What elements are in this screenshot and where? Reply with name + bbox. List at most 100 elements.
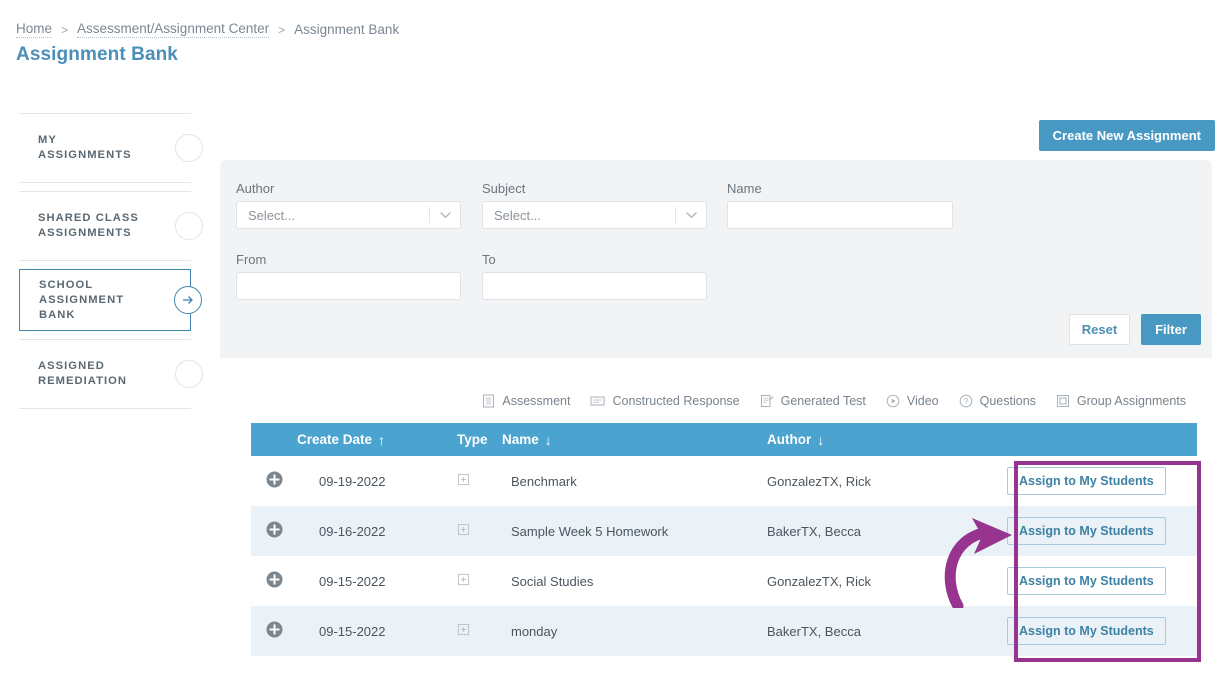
legend-label: Constructed Response bbox=[612, 393, 740, 408]
column-expand bbox=[251, 423, 297, 456]
sidebar-item-shared-class-assignments[interactable]: SHARED CLASS ASSIGNMENTS bbox=[19, 191, 203, 261]
sidebar-item-label: MY ASSIGNMENTS bbox=[38, 134, 132, 161]
type-cell bbox=[457, 556, 502, 606]
sidebar-item-label: SHARED CLASS ASSIGNMENTS bbox=[38, 212, 139, 239]
create-date-cell: 09-16-2022 bbox=[297, 506, 457, 556]
assignments-table-card: Assessment Constructed Response Generate… bbox=[238, 378, 1200, 666]
breadcrumb-item-home[interactable]: Home bbox=[16, 21, 53, 38]
sidebar-badge-circle bbox=[175, 134, 203, 162]
from-date-input[interactable] bbox=[236, 272, 461, 300]
legend-item-constructed-response: Constructed Response bbox=[590, 393, 740, 408]
table-body: 09-19-2022 Benchmark GonzalezTX, Rick As… bbox=[251, 456, 1197, 656]
author-select[interactable]: Select... bbox=[236, 201, 461, 229]
expand-cell bbox=[251, 456, 297, 506]
sidebar: MY ASSIGNMENTS SHARED CLASS ASSIGNMENTS … bbox=[19, 113, 203, 417]
name-cell: monday bbox=[502, 606, 767, 656]
chevron-down-icon[interactable] bbox=[676, 211, 706, 219]
page-title: Assignment Bank bbox=[16, 44, 178, 65]
assign-to-my-students-button[interactable]: Assign to My Students bbox=[1007, 467, 1166, 495]
legend-item-generated-test: Generated Test bbox=[760, 394, 866, 408]
column-name-label: Name bbox=[502, 432, 539, 447]
assign-to-my-students-button[interactable]: Assign to My Students bbox=[1007, 517, 1166, 545]
svg-text:?: ? bbox=[963, 397, 968, 406]
expand-row-icon[interactable] bbox=[266, 621, 283, 641]
column-actions bbox=[967, 423, 1197, 456]
author-cell: GonzalezTX, Rick bbox=[767, 573, 872, 589]
create-date-cell: 09-15-2022 bbox=[297, 606, 457, 656]
expand-row-icon[interactable] bbox=[266, 521, 283, 541]
sidebar-item-assigned-remediation[interactable]: ASSIGNED REMEDIATION bbox=[19, 339, 203, 409]
assign-to-my-students-button[interactable]: Assign to My Students bbox=[1007, 617, 1166, 645]
expand-cell bbox=[251, 606, 297, 656]
author-cell: BakerTX, Becca bbox=[767, 606, 967, 656]
reset-button[interactable]: Reset bbox=[1069, 314, 1130, 345]
column-type-label: Type bbox=[457, 432, 488, 447]
actions-cell: Assign to My Students bbox=[967, 456, 1197, 506]
chevron-down-icon[interactable] bbox=[430, 211, 460, 219]
breadcrumb-separator: > bbox=[278, 22, 286, 37]
legend-item-group-assignments: Group Assignments bbox=[1056, 394, 1186, 408]
assign-to-my-students-button[interactable]: Assign to My Students bbox=[1007, 567, 1166, 595]
column-name[interactable]: Name ↓ bbox=[502, 423, 767, 456]
table-row: 09-15-2022 monday BakerTX, Becca Assign … bbox=[251, 606, 1197, 656]
assignments-table: Create Date ↑ Type Name ↓ Author ↓ 09-19… bbox=[251, 423, 1197, 656]
legend-item-questions: ? Questions bbox=[959, 394, 1036, 408]
sort-ascending-icon: ↑ bbox=[378, 431, 386, 448]
expand-row-icon[interactable] bbox=[266, 471, 283, 491]
breadcrumb: Home > Assessment/Assignment Center > As… bbox=[16, 21, 399, 38]
group-assignments-icon bbox=[457, 623, 470, 639]
sidebar-item-label: SCHOOL ASSIGNMENT BANK bbox=[39, 278, 125, 321]
name-cell: Benchmark bbox=[511, 473, 577, 489]
assignment-bank-page: Home > Assessment/Assignment Center > As… bbox=[0, 0, 1230, 696]
sidebar-badge-circle bbox=[175, 212, 203, 240]
create-new-assignment-button[interactable]: Create New Assignment bbox=[1038, 120, 1215, 151]
name-cell: Social Studies bbox=[511, 573, 594, 589]
column-author[interactable]: Author ↓ bbox=[767, 423, 967, 456]
column-author-label: Author bbox=[767, 432, 812, 447]
actions-cell: Assign to My Students bbox=[967, 556, 1197, 606]
group-assignments-icon bbox=[457, 523, 470, 539]
filter-button[interactable]: Filter bbox=[1141, 314, 1201, 345]
subject-select[interactable]: Select... bbox=[482, 201, 707, 229]
legend-label: Video bbox=[906, 393, 939, 408]
arrow-right-icon[interactable] bbox=[174, 286, 202, 314]
author-cell: GonzalezTX, Rick bbox=[767, 473, 872, 489]
legend-label: Group Assignments bbox=[1076, 393, 1186, 408]
actions-cell: Assign to My Students bbox=[967, 506, 1197, 556]
column-type[interactable]: Type bbox=[457, 423, 502, 456]
breadcrumb-separator: > bbox=[61, 22, 69, 37]
sort-descending-icon: ↓ bbox=[544, 431, 552, 448]
expand-row-icon[interactable] bbox=[266, 571, 283, 591]
create-date-cell: 09-15-2022 bbox=[319, 573, 386, 589]
table-row: 09-19-2022 Benchmark GonzalezTX, Rick As… bbox=[251, 456, 1197, 506]
author-label: Author bbox=[236, 181, 275, 196]
legend-label: Assessment bbox=[502, 393, 571, 408]
sidebar-badge-circle bbox=[175, 360, 203, 388]
table-row: 09-15-2022 Social Studies GonzalezTX, Ri… bbox=[251, 556, 1197, 606]
column-create-date-label: Create Date bbox=[297, 432, 373, 447]
type-cell bbox=[457, 606, 502, 656]
type-legend: Assessment Constructed Response Generate… bbox=[238, 378, 1200, 423]
sort-descending-icon: ↓ bbox=[817, 431, 825, 448]
constructed-response-icon bbox=[590, 394, 605, 408]
to-date-input[interactable] bbox=[482, 272, 707, 300]
breadcrumb-item-assessment-assignment-center[interactable]: Assessment/Assignment Center bbox=[77, 21, 270, 38]
create-date-cell: 09-19-2022 bbox=[319, 473, 386, 489]
expand-cell bbox=[251, 506, 297, 556]
name-cell: Sample Week 5 Homework bbox=[502, 506, 767, 556]
generated-test-icon bbox=[760, 394, 774, 408]
sidebar-item-my-assignments[interactable]: MY ASSIGNMENTS bbox=[19, 113, 203, 183]
sidebar-item-school-assignment-bank[interactable]: SCHOOL ASSIGNMENT BANK bbox=[19, 269, 202, 331]
name-input[interactable] bbox=[727, 201, 953, 229]
questions-icon: ? bbox=[959, 394, 973, 408]
expand-cell bbox=[251, 556, 297, 606]
type-cell bbox=[457, 456, 502, 506]
from-label: From bbox=[236, 252, 267, 267]
column-create-date[interactable]: Create Date ↑ bbox=[297, 423, 457, 456]
to-label: To bbox=[482, 252, 496, 267]
author-select-value: Select... bbox=[248, 207, 295, 223]
legend-item-assessment: Assessment bbox=[482, 394, 570, 408]
subject-select-value: Select... bbox=[494, 207, 541, 223]
legend-label: Generated Test bbox=[780, 393, 866, 408]
video-icon bbox=[886, 394, 900, 408]
